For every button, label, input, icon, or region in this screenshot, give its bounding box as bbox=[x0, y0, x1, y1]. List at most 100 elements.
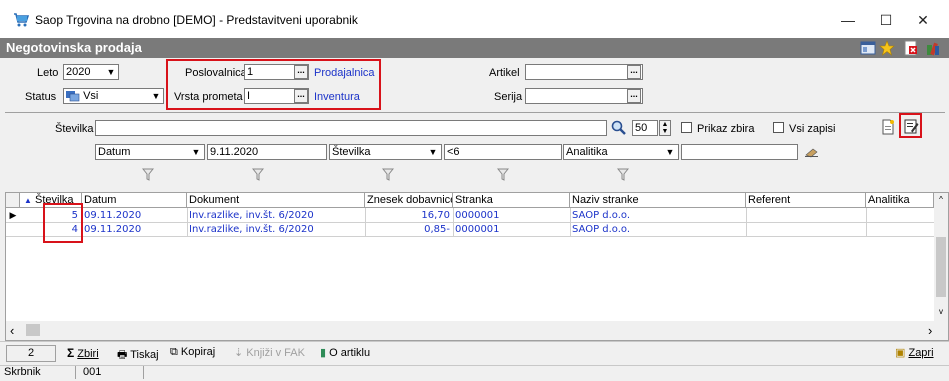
serija-label: Serija bbox=[494, 91, 523, 103]
filter3-field-select[interactable]: Analitika bbox=[563, 144, 679, 160]
cell-datum[interactable]: 09.11.2020 bbox=[84, 209, 184, 222]
serija-input[interactable] bbox=[525, 88, 643, 104]
filter-funnel-icon[interactable] bbox=[252, 168, 264, 181]
artikel-input[interactable] bbox=[525, 64, 643, 80]
chevron-down-icon[interactable]: ▼ bbox=[104, 65, 118, 79]
vrsta-name: Inventura bbox=[314, 91, 360, 103]
record-count-input[interactable]: 50 bbox=[632, 120, 658, 136]
knjizi-fak-button[interactable]: ⇣ Knjiži v FAK bbox=[234, 346, 305, 359]
exit-form-icon[interactable] bbox=[903, 40, 919, 56]
tiskaj-button[interactable]: 🖶 Tiskaj bbox=[117, 346, 159, 365]
window-title: Saop Trgovina na drobno [DEMO] - Predsta… bbox=[35, 13, 358, 27]
info-icon: ▮ bbox=[320, 347, 327, 359]
filter-funnel-icon[interactable] bbox=[142, 168, 154, 181]
cell-naziv[interactable]: SAOP d.o.o. bbox=[572, 223, 744, 236]
o-artiklu-button[interactable]: ▮ O artiklu bbox=[320, 346, 370, 359]
minimize-button[interactable]: — bbox=[836, 9, 860, 31]
lookup-button[interactable]: ... bbox=[294, 89, 308, 103]
status-code: 001 bbox=[83, 366, 102, 378]
new-document-icon[interactable] bbox=[880, 119, 896, 135]
prikaz-zbira-checkbox[interactable] bbox=[681, 122, 692, 133]
search-icon[interactable] bbox=[611, 120, 627, 136]
poslovalnica-name: Prodajalnica bbox=[314, 67, 375, 79]
cell-dokument[interactable]: Inv.razlike, inv.št. 6/2020 bbox=[189, 209, 364, 222]
cell-referent[interactable] bbox=[748, 209, 864, 222]
lookup-button[interactable]: ... bbox=[294, 65, 308, 79]
zbiri-button[interactable]: Σ Zbiri bbox=[67, 346, 99, 360]
filter1-value-input[interactable]: 9.11.2020 bbox=[207, 144, 327, 160]
column-header-referent[interactable]: Referent bbox=[746, 193, 866, 208]
cell-dokument[interactable]: Inv.razlike, inv.št. 6/2020 bbox=[189, 223, 364, 236]
column-header-dokument[interactable]: Dokument bbox=[187, 193, 365, 208]
documents-table: ▲ Številka Datum Dokument Znesek dobavni… bbox=[5, 192, 949, 341]
divider bbox=[5, 112, 945, 113]
col-divider bbox=[453, 208, 454, 237]
filter-funnel-icon[interactable] bbox=[617, 168, 629, 181]
scroll-thumb[interactable] bbox=[26, 324, 40, 336]
horizontal-scrollbar[interactable]: ‹ › bbox=[6, 321, 948, 340]
chevron-down-icon[interactable]: ▼ bbox=[149, 89, 163, 103]
form-title: Negotovinska prodaja bbox=[6, 40, 142, 55]
cell-datum[interactable]: 09.11.2020 bbox=[84, 223, 184, 236]
zapri-button[interactable]: ▣ Zapri bbox=[895, 346, 934, 359]
cell-referent[interactable] bbox=[748, 223, 864, 236]
filter-panel bbox=[5, 58, 949, 113]
col-divider bbox=[746, 208, 747, 237]
filter-funnel-icon[interactable] bbox=[497, 168, 509, 181]
leto-label: Leto bbox=[37, 67, 59, 79]
status-divider bbox=[75, 366, 76, 379]
vsi-zapisi-checkbox[interactable] bbox=[773, 122, 784, 133]
cell-analitika[interactable] bbox=[868, 209, 932, 222]
window-layout-icon[interactable] bbox=[860, 40, 876, 56]
count-spinner[interactable]: ▲ ▼ bbox=[659, 120, 671, 136]
scroll-left-icon[interactable]: ‹ bbox=[10, 323, 14, 338]
status-user: Skrbnik bbox=[4, 366, 41, 378]
column-header-naziv[interactable]: Naziv stranke bbox=[570, 193, 746, 208]
books-icon[interactable] bbox=[925, 40, 941, 56]
kopiraj-button[interactable]: ⧉ Kopiraj bbox=[170, 346, 215, 359]
close-button[interactable]: ✕ bbox=[911, 9, 935, 31]
favorite-star-icon[interactable] bbox=[879, 40, 895, 56]
copy-icon: ⧉ bbox=[170, 346, 178, 358]
chevron-down-icon[interactable]: ▼ bbox=[189, 145, 203, 159]
current-row-indicator: ▶ bbox=[9, 210, 17, 220]
scroll-up-icon[interactable]: ^ bbox=[934, 195, 948, 204]
scroll-thumb[interactable] bbox=[936, 237, 946, 297]
vsi-zapisi-label: Vsi zapisi bbox=[789, 123, 836, 135]
cell-znesek[interactable]: 0,85- bbox=[365, 223, 450, 236]
stevilka-label: Številka bbox=[55, 123, 94, 135]
cell-stranka[interactable]: 0000001 bbox=[455, 209, 567, 222]
status-label: Status bbox=[25, 91, 57, 103]
lookup-button[interactable]: ... bbox=[627, 65, 641, 79]
stevilka-search-input[interactable] bbox=[95, 120, 607, 136]
chevron-down-icon[interactable]: ▼ bbox=[426, 145, 440, 159]
edit-document-icon[interactable] bbox=[903, 118, 919, 134]
lookup-button[interactable]: ... bbox=[627, 89, 641, 103]
door-icon: ▣ bbox=[895, 347, 906, 359]
cart-app-icon bbox=[14, 13, 29, 27]
column-header-datum[interactable]: Datum bbox=[82, 193, 187, 208]
post-icon: ⇣ bbox=[234, 347, 244, 359]
scroll-down-icon[interactable]: v bbox=[934, 307, 948, 316]
printer-icon: 🖶 bbox=[117, 349, 128, 361]
scroll-right-icon[interactable]: › bbox=[928, 323, 932, 338]
filter3-value-input[interactable] bbox=[681, 144, 798, 160]
records-icon bbox=[66, 91, 80, 102]
cell-analitika[interactable] bbox=[868, 223, 932, 236]
eraser-icon[interactable] bbox=[804, 146, 820, 158]
column-header-znesek[interactable]: Znesek dobavnice bbox=[365, 193, 453, 208]
column-header-stranka[interactable]: Stranka bbox=[453, 193, 570, 208]
cell-stranka[interactable]: 0000001 bbox=[455, 223, 567, 236]
filter2-value-input[interactable]: <6 bbox=[444, 144, 562, 160]
col-divider bbox=[187, 208, 188, 237]
column-header-analitika[interactable]: Analitika bbox=[866, 193, 934, 208]
poslovalnica-label: Poslovalnica bbox=[185, 67, 247, 79]
vrsta-label: Vrsta prometa bbox=[174, 91, 243, 103]
vertical-scrollbar[interactable]: ^ v bbox=[934, 193, 948, 321]
cell-znesek[interactable]: 16,70 bbox=[365, 209, 450, 222]
highlight-box bbox=[43, 203, 83, 243]
filter-funnel-icon[interactable] bbox=[382, 168, 394, 181]
maximize-button[interactable]: ☐ bbox=[874, 9, 898, 31]
cell-naziv[interactable]: SAOP d.o.o. bbox=[572, 209, 744, 222]
chevron-down-icon[interactable]: ▼ bbox=[663, 145, 677, 159]
